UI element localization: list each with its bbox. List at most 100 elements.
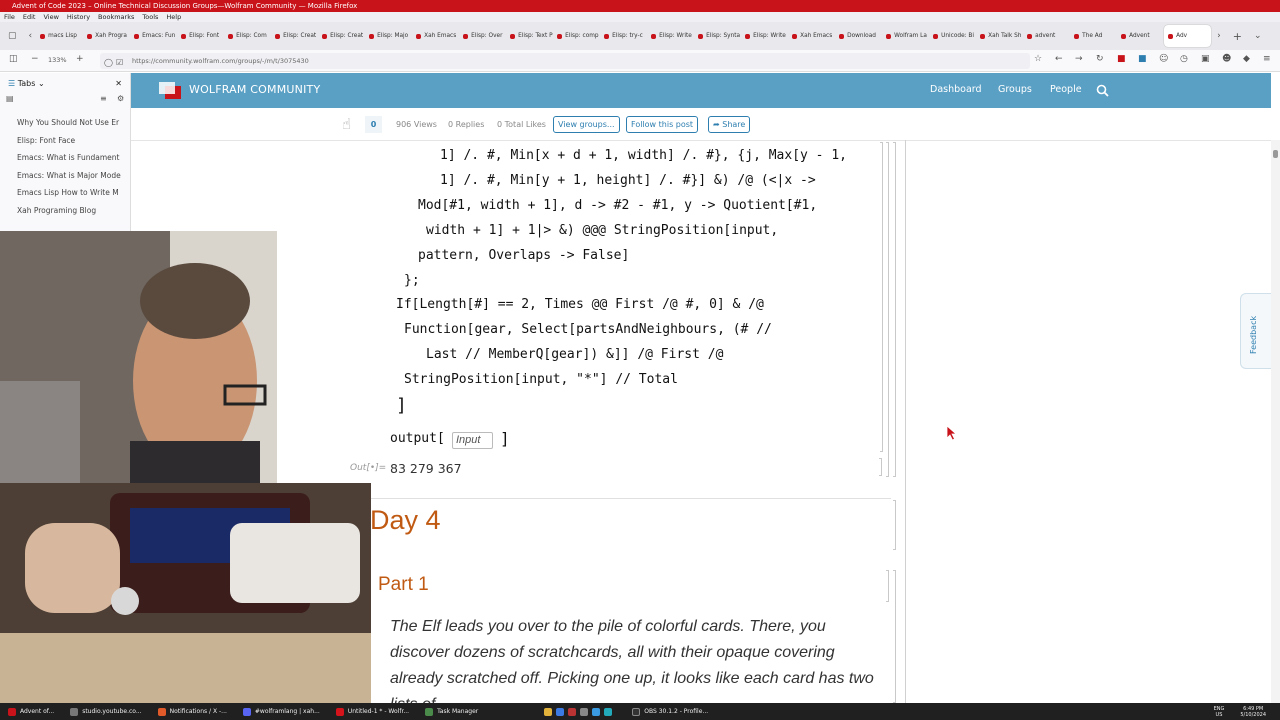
browser-tab[interactable]: Elisp: try-c xyxy=(600,25,647,47)
share-button[interactable]: ➦ Share xyxy=(708,116,751,133)
chevron-down-icon[interactable]: ⌄ xyxy=(38,79,45,88)
wolfram-logo-icon[interactable] xyxy=(159,82,183,100)
app-menu-icon[interactable]: ≡ xyxy=(1263,54,1271,64)
browser-tab[interactable]: Elisp: Over xyxy=(459,25,506,47)
taskbar-item[interactable]: Notifications / X -... xyxy=(150,703,235,720)
browser-tab[interactable]: macs Lisp xyxy=(36,25,83,47)
cell-bracket[interactable] xyxy=(893,570,896,703)
taskbar-item[interactable]: studio.youtube.co... xyxy=(62,703,149,720)
zoom-out-icon[interactable]: − xyxy=(31,54,39,64)
follow-post-button[interactable]: Follow this post xyxy=(626,116,699,133)
site-name[interactable]: WOLFRAM COMMUNITY xyxy=(189,83,320,96)
browser-tab[interactable]: Xah Emacs xyxy=(412,25,459,47)
cell-bracket[interactable] xyxy=(880,142,883,452)
cell-bracket[interactable] xyxy=(879,458,882,476)
app-icon[interactable] xyxy=(604,707,613,716)
extension-icon[interactable]: ■ xyxy=(1117,54,1126,64)
lock-icon[interactable]: ☑ xyxy=(116,55,123,71)
browser-tab[interactable]: Download xyxy=(835,25,882,47)
screenshot-icon[interactable]: ▣ xyxy=(1201,54,1210,64)
browser-tab[interactable]: Elisp: Com xyxy=(224,25,271,47)
browser-tab[interactable]: Xah Progra xyxy=(83,25,130,47)
browser-tab[interactable]: Elisp: Text P xyxy=(506,25,553,47)
sidebar-tab-item[interactable]: Elisp: Font Face xyxy=(0,132,130,150)
menu-view[interactable]: View xyxy=(43,12,58,22)
sidebar-title[interactable]: Tabs xyxy=(18,79,36,88)
cell-bracket[interactable] xyxy=(893,142,896,477)
tab-list-icon[interactable]: ▢ xyxy=(0,31,25,41)
shield-icon[interactable]: ◯ xyxy=(104,55,113,71)
sidebar-toggle-icon[interactable]: ◫ xyxy=(9,54,18,64)
browser-tab[interactable]: Elisp: Majo xyxy=(365,25,412,47)
cell-bracket[interactable] xyxy=(886,142,889,477)
tab-overflow-icon[interactable]: ⌄ xyxy=(1248,31,1268,41)
extensions-puzzle-icon[interactable]: ◆ xyxy=(1243,54,1250,64)
app-icon[interactable] xyxy=(556,707,565,716)
app-icon[interactable] xyxy=(592,707,601,716)
feedback-tab[interactable]: Feedback xyxy=(1240,293,1272,369)
browser-tab[interactable]: Elisp: Creat xyxy=(271,25,318,47)
taskbar-item[interactable]: #wolframlang | xah... xyxy=(235,703,328,720)
input-placeholder-field[interactable]: Input xyxy=(452,432,494,449)
clock[interactable]: 6:49 PM 5/10/2024 xyxy=(1232,703,1280,720)
menu-help[interactable]: Help xyxy=(166,12,181,22)
sidebar-settings-icon[interactable]: ⚙ xyxy=(117,94,124,103)
account-icon[interactable]: ☺ xyxy=(1159,54,1168,64)
like-thumb-icon[interactable]: ☝ xyxy=(342,115,351,133)
browser-tab[interactable]: Elisp: Creat xyxy=(318,25,365,47)
browser-tab[interactable]: Emacs: Fun xyxy=(130,25,177,47)
taskbar-item[interactable]: Task Manager xyxy=(417,703,486,720)
browser-tab[interactable]: Elisp: Write xyxy=(741,25,788,47)
address-bar[interactable]: ◯ ☑ https://community.wolfram.com/groups… xyxy=(100,53,1030,69)
browser-tab[interactable]: Wolfram La xyxy=(882,25,929,47)
browser-tab[interactable]: Unicode: Bi xyxy=(929,25,976,47)
cell-bracket[interactable] xyxy=(886,570,889,602)
browser-tab[interactable]: Advent xyxy=(1117,25,1164,47)
menu-bookmarks[interactable]: Bookmarks xyxy=(98,12,134,22)
taskbar-item[interactable]: OBS 30.1.2 - Profile... xyxy=(624,703,716,720)
browser-tab[interactable]: Elisp: Font xyxy=(177,25,224,47)
close-sidebar-icon[interactable]: ✕ xyxy=(115,79,122,88)
history-icon[interactable]: ◷ xyxy=(1180,54,1188,64)
sidebar-tab-item[interactable]: Emacs Lisp How to Write M xyxy=(0,184,130,202)
sidebar-tab-item[interactable]: Xah Programing Blog xyxy=(0,202,130,220)
language-indicator[interactable]: ENG US xyxy=(1206,703,1233,720)
search-icon[interactable] xyxy=(1096,84,1109,97)
browser-tab[interactable]: Elisp: Synta xyxy=(694,25,741,47)
menu-edit[interactable]: Edit xyxy=(23,12,36,22)
cell-bracket[interactable] xyxy=(893,500,896,550)
sidebar-menu-icon[interactable]: ≡ xyxy=(100,94,107,103)
browser-tab[interactable]: advent xyxy=(1023,25,1070,47)
menu-tools[interactable]: Tools xyxy=(142,12,158,22)
view-groups-button[interactable]: View groups... xyxy=(553,116,620,133)
bookmark-star-icon[interactable]: ☆ xyxy=(1034,54,1042,64)
browser-tab[interactable]: Elisp: comp xyxy=(553,25,600,47)
menu-history[interactable]: History xyxy=(67,12,90,22)
back-icon[interactable]: ← xyxy=(1055,54,1063,64)
sidebar-tab-item[interactable]: Why You Should Not Use Er xyxy=(0,114,130,132)
browser-tab[interactable]: Xah Emacs xyxy=(788,25,835,47)
browser-tab[interactable]: Adv xyxy=(1164,25,1212,47)
sidebar-tab-item[interactable]: Emacs: What is Major Mode xyxy=(0,167,130,185)
nav-people[interactable]: People xyxy=(1050,84,1082,95)
browser-tab[interactable]: Elisp: Write xyxy=(647,25,694,47)
browser-tab[interactable]: Xah Talk Sh xyxy=(976,25,1023,47)
tab-scroll-left-icon[interactable]: ‹ xyxy=(25,31,37,41)
profile-icon[interactable]: ☻ xyxy=(1222,54,1231,64)
taskbar-item[interactable]: Advent of... xyxy=(0,703,62,720)
app-icon[interactable] xyxy=(580,707,589,716)
page-scrollbar[interactable] xyxy=(1271,140,1280,703)
forward-icon[interactable]: → xyxy=(1075,54,1083,64)
menu-file[interactable]: File xyxy=(4,12,15,22)
scrollbar-thumb[interactable] xyxy=(1273,150,1278,158)
tab-scroll-right-icon[interactable]: › xyxy=(1211,31,1227,41)
app-icon[interactable] xyxy=(568,707,577,716)
sidebar-tab-item[interactable]: Emacs: What is Fundament xyxy=(0,149,130,167)
new-tab-icon[interactable]: + xyxy=(1227,30,1248,43)
reload-icon[interactable]: ↻ xyxy=(1096,54,1104,64)
browser-tab[interactable]: The Ad xyxy=(1070,25,1117,47)
taskbar-item[interactable]: Untitled-1 * - Wolfr... xyxy=(328,703,417,720)
tree-view-icon[interactable]: ▤ xyxy=(6,94,14,103)
nav-dashboard[interactable]: Dashboard xyxy=(930,84,982,95)
extension-2-icon[interactable]: ■ xyxy=(1138,54,1147,64)
